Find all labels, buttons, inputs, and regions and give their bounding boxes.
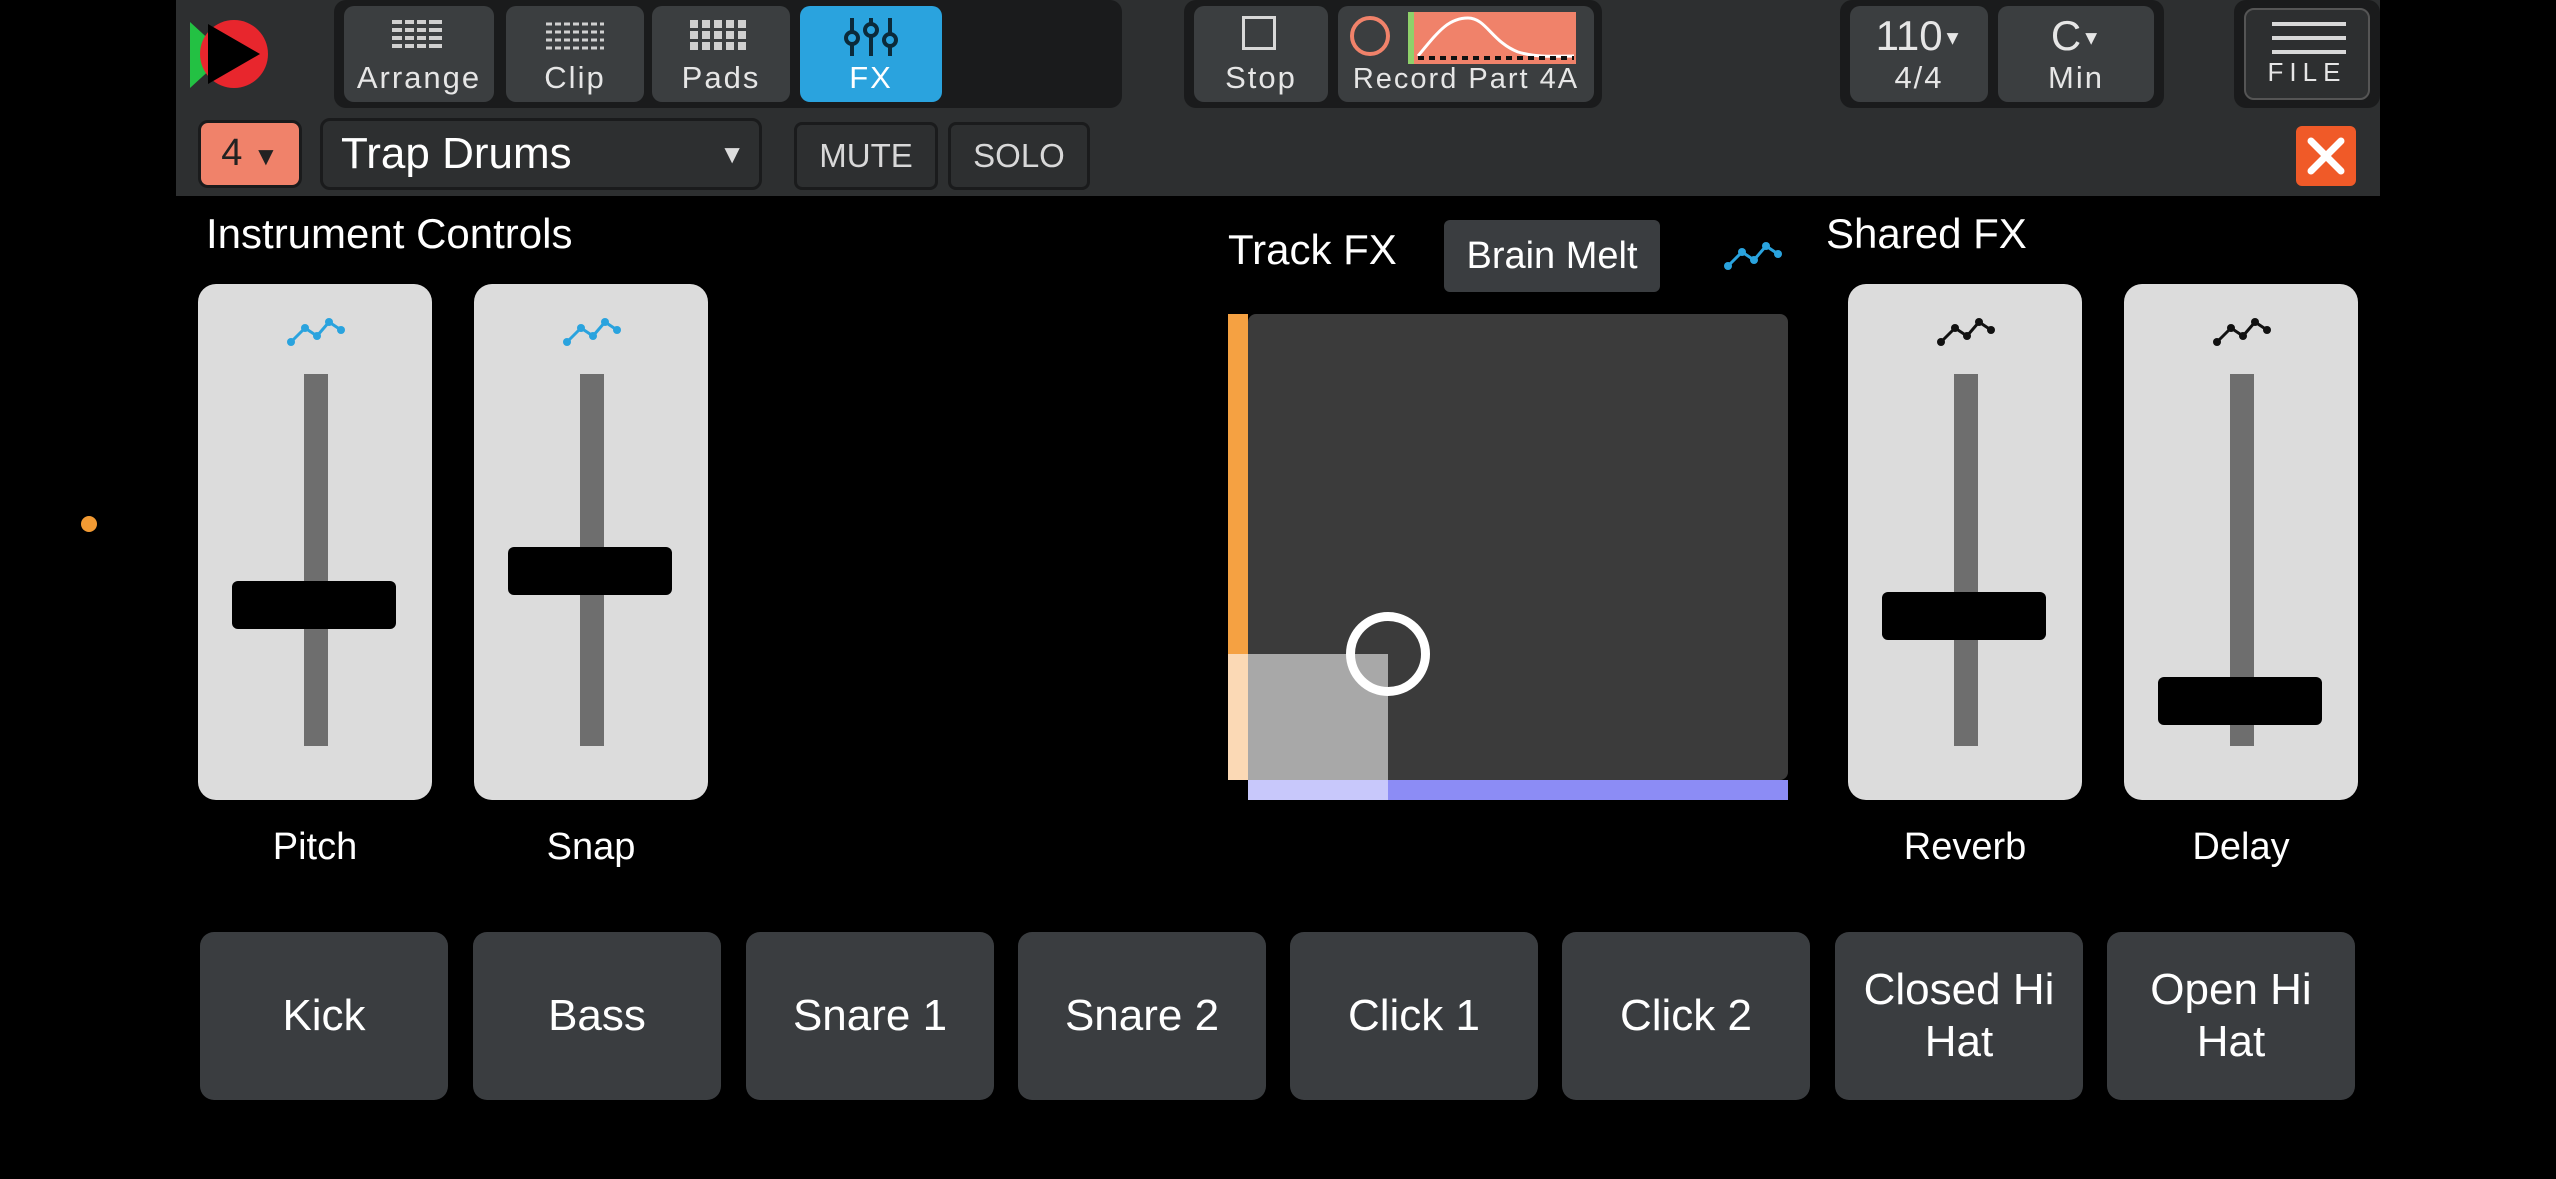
nav-fx-label: FX: [849, 60, 893, 95]
pad-snare-2[interactable]: Snare 2: [1018, 932, 1266, 1100]
xy-x-axis-level: [1248, 780, 1389, 800]
solo-button[interactable]: SOLO: [948, 122, 1090, 190]
pad-label: Snare 1: [792, 991, 948, 1040]
chevron-down-icon: ▼: [1942, 27, 1963, 50]
pad-kick[interactable]: Kick: [200, 932, 448, 1100]
mute-label: MUTE: [819, 137, 913, 174]
pad-click-1[interactable]: Click 1: [1290, 932, 1538, 1100]
xy-y-axis-level: [1228, 654, 1248, 780]
file-menu-button[interactable]: FILE: [2244, 8, 2370, 100]
solo-label: SOLO: [973, 137, 1065, 174]
mute-button[interactable]: MUTE: [794, 122, 938, 190]
chevron-down-icon: ▼: [2081, 27, 2102, 50]
xy-handle[interactable]: [1346, 612, 1431, 697]
chevron-down-icon: ▼: [252, 141, 279, 171]
stop-button[interactable]: Stop: [1194, 6, 1328, 102]
stop-label: Stop: [1225, 60, 1297, 95]
tempo-button[interactable]: 110▼ 4/4: [1850, 6, 1988, 102]
nav-pads-button[interactable]: Pads: [652, 6, 790, 102]
instrument-name: Trap Drums: [341, 129, 572, 178]
fx-sliders-icon: [844, 18, 898, 56]
pad-bass[interactable]: Bass: [473, 932, 721, 1100]
pad-label: Click 2: [1619, 991, 1753, 1040]
delay-slider[interactable]: [2124, 284, 2358, 800]
nav-fx-button[interactable]: FX: [800, 6, 942, 102]
pad-click-2[interactable]: Click 2: [1562, 932, 1810, 1100]
reverb-slider[interactable]: [1848, 284, 2082, 800]
track-fx-title: Track FX: [1228, 226, 1397, 273]
scale-value: Min: [2048, 60, 2104, 95]
file-label: FILE: [2267, 57, 2347, 87]
clip-icon: [546, 22, 604, 50]
track-number: 4: [221, 132, 243, 174]
snap-label: Snap: [546, 826, 636, 868]
pad-label: Closed Hi Hat: [1863, 965, 2055, 1066]
key-value: C: [2050, 12, 2082, 59]
arrange-grid-icon: [392, 18, 442, 52]
tempo-value: 110: [1875, 12, 1943, 59]
fx-preset-button[interactable]: Brain Melt: [1444, 220, 1660, 292]
key-button[interactable]: C▼ Min: [1998, 6, 2154, 102]
pad-snare-1[interactable]: Snare 1: [746, 932, 994, 1100]
top-toolbar: Arrange Clip Pads FX Stop Record Part 4A…: [176, 0, 2380, 108]
pads-grid-icon: [690, 20, 746, 50]
record-label: Record Part 4A: [1352, 63, 1580, 95]
dropdown-triangle-icon: ▼: [719, 139, 745, 169]
instrument-controls-title: Instrument Controls: [206, 210, 573, 257]
pad-label: Click 1: [1347, 991, 1481, 1040]
nav-arrange-button[interactable]: Arrange: [344, 6, 494, 102]
pad-label: Kick: [282, 991, 366, 1040]
slider-thumb[interactable]: [508, 547, 672, 596]
pad-label: Open Hi Hat: [2150, 965, 2312, 1066]
slider-thumb[interactable]: [2158, 677, 2322, 726]
close-button[interactable]: [2296, 126, 2356, 186]
pad-open-hi-hat[interactable]: Open Hi Hat: [2107, 932, 2355, 1100]
slider-thumb[interactable]: [232, 580, 396, 629]
xy-pad[interactable]: [1228, 314, 1788, 802]
pad-label: Snare 2: [1064, 991, 1220, 1040]
instrument-select[interactable]: Trap Drums ▼: [320, 118, 762, 190]
hamburger-menu-icon: [2272, 22, 2346, 54]
delay-label: Delay: [2192, 826, 2290, 868]
track-bar: 4 ▼ Trap Drums ▼ MUTE SOLO: [176, 108, 2380, 196]
pad-closed-hi-hat[interactable]: Closed Hi Hat: [1835, 932, 2083, 1100]
nav-arrange-label: Arrange: [356, 60, 482, 95]
automation-icon[interactable]: [1935, 314, 1995, 350]
slider-track: [304, 374, 328, 746]
automation-icon[interactable]: [2211, 314, 2271, 350]
app-logo[interactable]: [186, 14, 282, 94]
automation-icon[interactable]: [561, 314, 621, 350]
snap-slider[interactable]: [474, 284, 708, 800]
close-icon: [2307, 137, 2345, 175]
status-dot: [81, 516, 97, 532]
reverb-label: Reverb: [1903, 826, 2027, 868]
automation-icon[interactable]: [285, 314, 345, 350]
record-icon: [1350, 16, 1390, 56]
shared-fx-title: Shared FX: [1826, 210, 2027, 257]
slider-track: [1954, 374, 1978, 746]
slider-thumb[interactable]: [1882, 591, 2046, 640]
nav-pads-label: Pads: [681, 60, 761, 95]
nav-clip-button[interactable]: Clip: [506, 6, 644, 102]
fx-preset-label: Brain Melt: [1466, 235, 1638, 277]
pitch-label: Pitch: [272, 826, 358, 868]
time-signature: 4/4: [1894, 60, 1944, 95]
pitch-slider[interactable]: [198, 284, 432, 800]
automation-icon[interactable]: [1722, 238, 1782, 274]
nav-clip-label: Clip: [544, 60, 606, 95]
stop-icon: [1242, 16, 1276, 50]
record-button[interactable]: Record Part 4A: [1338, 6, 1594, 102]
record-waveform-thumbnail: [1408, 12, 1576, 64]
track-number-select[interactable]: 4 ▼: [198, 120, 302, 188]
pad-label: Bass: [548, 991, 646, 1040]
